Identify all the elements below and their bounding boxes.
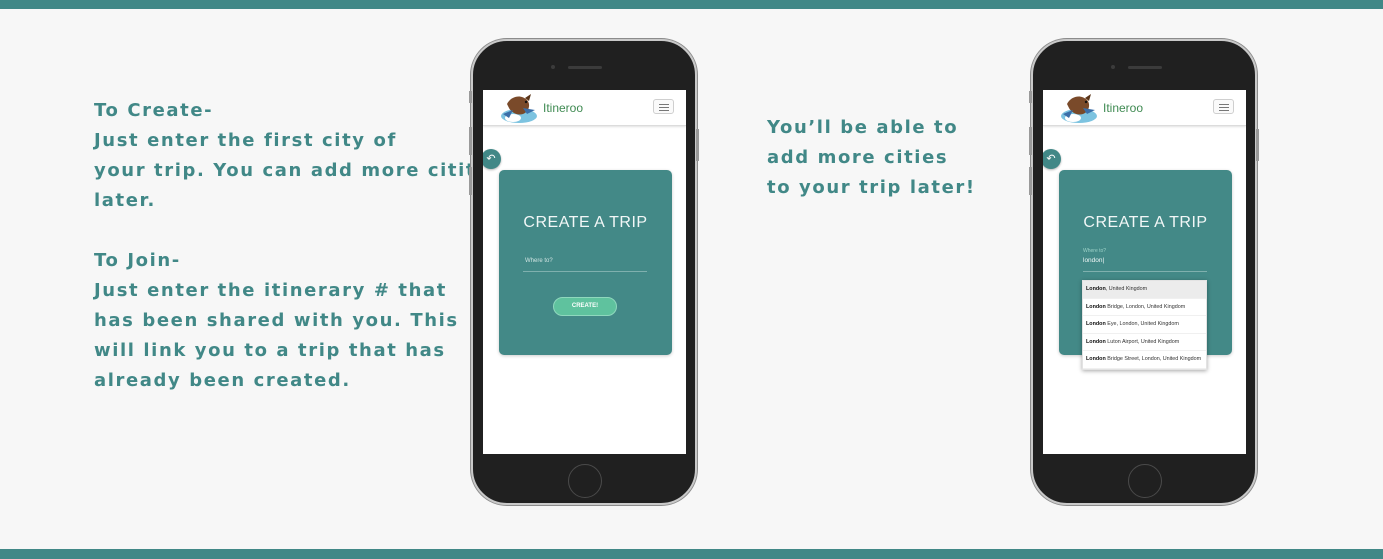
- phone-home-button: [1128, 464, 1162, 498]
- top-accent-bar: [0, 0, 1383, 9]
- phone-speaker: [568, 66, 602, 69]
- phone-camera: [1111, 65, 1115, 69]
- phone-speaker: [1128, 66, 1162, 69]
- where-to-input[interactable]: Where to?: [523, 252, 647, 272]
- brand-name[interactable]: Itineroo: [1103, 101, 1143, 115]
- app-navbar: Itineroo: [1043, 90, 1246, 126]
- add-cities-note: You’ll be able to add more cities to you…: [767, 113, 976, 203]
- create-heading: To Create-: [94, 100, 214, 121]
- phone-volume-up: [1029, 127, 1032, 155]
- phone-screen: Itineroo ↶ CREATE A TRIP Where to? londo…: [1043, 90, 1246, 454]
- phone-home-button: [568, 464, 602, 498]
- hamburger-menu-icon[interactable]: [653, 99, 674, 114]
- phone-mute-switch: [1029, 91, 1032, 103]
- phone-mockup-create: Itineroo ↶ CREATE A TRIP Where to? CREAT…: [469, 39, 699, 505]
- create-line: Just enter the first city of: [94, 130, 397, 151]
- phone-volume-up: [469, 127, 472, 155]
- card-title: CREATE A TRIP: [523, 214, 648, 231]
- back-arrow-icon[interactable]: ↶: [1043, 149, 1061, 169]
- phone-power-button: [1256, 129, 1259, 161]
- suggestion-item[interactable]: London, United Kingdom: [1083, 281, 1206, 299]
- note-line: You’ll be able to: [767, 117, 959, 138]
- suggestion-item[interactable]: London Luton Airport, United Kingdom: [1083, 334, 1206, 352]
- join-line: has been shared with you. This: [94, 310, 459, 331]
- phone-volume-down: [1029, 167, 1032, 195]
- kangaroo-logo-icon[interactable]: [497, 92, 541, 126]
- join-line: will link you to a trip that has: [94, 340, 446, 361]
- phone-mute-switch: [469, 91, 472, 103]
- join-line: already been created.: [94, 370, 351, 391]
- phone-screen: Itineroo ↶ CREATE A TRIP Where to? CREAT…: [483, 90, 686, 454]
- hamburger-menu-icon[interactable]: [1213, 99, 1234, 114]
- back-arrow-icon[interactable]: ↶: [483, 149, 501, 169]
- phone-camera: [551, 65, 555, 69]
- card-title: CREATE A TRIP: [1083, 214, 1208, 231]
- phone-volume-down: [469, 167, 472, 195]
- where-to-value: london|: [1083, 257, 1105, 264]
- suggestion-item[interactable]: London Bridge, London, United Kingdom: [1083, 299, 1206, 317]
- brand-name[interactable]: Itineroo: [543, 101, 583, 115]
- suggestion-item[interactable]: London Eye, London, United Kingdom: [1083, 316, 1206, 334]
- bottom-accent-bar: [0, 549, 1383, 559]
- autocomplete-dropdown: London, United Kingdom London Bridge, Lo…: [1082, 280, 1207, 370]
- where-to-input[interactable]: Where to? london|: [1083, 248, 1207, 272]
- create-join-instructions: To Create- Just enter the first city of …: [94, 96, 502, 396]
- join-line: Just enter the itinerary # that: [94, 280, 447, 301]
- kangaroo-logo-icon[interactable]: [1057, 92, 1101, 126]
- where-to-label: Where to?: [1083, 248, 1107, 254]
- join-heading: To Join-: [94, 250, 181, 271]
- create-button[interactable]: CREATE!: [553, 297, 617, 316]
- create-trip-card: CREATE A TRIP Where to? CREATE!: [499, 170, 672, 355]
- suggestion-item[interactable]: London Bridge Street, London, United Kin…: [1083, 351, 1206, 369]
- phone-mockup-autocomplete: Itineroo ↶ CREATE A TRIP Where to? londo…: [1029, 39, 1259, 505]
- phone-power-button: [696, 129, 699, 161]
- create-line: later.: [94, 190, 156, 211]
- note-line: add more cities: [767, 147, 949, 168]
- create-line: your trip. You can add more citites: [94, 160, 503, 181]
- app-navbar: Itineroo: [483, 90, 686, 126]
- where-to-placeholder: Where to?: [525, 258, 553, 264]
- note-line: to your trip later!: [767, 177, 976, 198]
